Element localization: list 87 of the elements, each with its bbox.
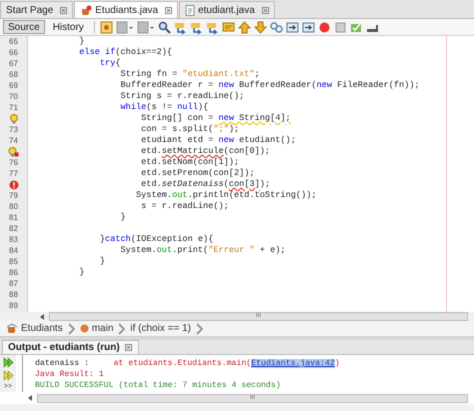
indent-icon[interactable] <box>302 20 315 34</box>
view-toggle-button[interactable]: Source <box>3 20 45 34</box>
breadcrumb[interactable]: if (choix == 1) <box>130 323 191 334</box>
code-line: String[] con = new String[4]; <box>140 113 291 123</box>
scroll-left-icon[interactable] <box>28 395 33 401</box>
code-line: try{ <box>98 58 121 68</box>
code-line: System.out.print("Erreur " + e); <box>120 245 286 255</box>
close-icon[interactable] <box>60 6 68 14</box>
output-line: BUILD SUCCESSFUL (total time: 7 minutes 4 seconds) <box>35 381 281 390</box>
code-line: System.out.println(etd.toString()); <box>134 190 317 200</box>
lightbulb-error-icon[interactable] <box>8 146 19 156</box>
code-line: etd.setMatricule(con[0]); <box>140 146 270 156</box>
rerun-icon[interactable] <box>2 370 14 381</box>
line-number: 81 <box>9 213 18 222</box>
code-line: s = r.readLine(); <box>140 201 229 211</box>
line-number: 84 <box>9 246 18 255</box>
error-icon[interactable] <box>8 180 18 190</box>
line-number: 83 <box>9 235 18 244</box>
code-line: BufferedReader r = new BufferedReader(new FileReader(fn)); <box>120 80 420 90</box>
code-line: } <box>120 212 126 222</box>
stop-icon[interactable] <box>334 20 347 34</box>
close-icon[interactable] <box>124 344 132 351</box>
line-number: 69 <box>9 81 18 90</box>
circle-icon <box>80 324 89 333</box>
line-number: 71 <box>9 103 18 112</box>
file-tab[interactable]: Start Page <box>0 1 74 18</box>
arrow-icon[interactable] <box>174 20 187 34</box>
rerun-icon[interactable] <box>2 357 14 368</box>
code-line: con = s.split(";"); <box>140 124 240 134</box>
line-number: 82 <box>9 224 18 233</box>
lightbulb-icon[interactable] <box>8 114 18 124</box>
chevron-icon <box>196 322 203 334</box>
cup-icon <box>6 323 18 334</box>
line-number: 70 <box>9 92 18 101</box>
link-icon[interactable] <box>270 20 283 34</box>
record-icon[interactable] <box>318 20 331 34</box>
code-line: String s = r.readLine(); <box>120 91 244 101</box>
line-number: 67 <box>9 59 18 68</box>
code-line: } <box>78 36 84 46</box>
line-number: 68 <box>9 70 18 79</box>
chevron-icon <box>118 322 126 334</box>
breadcrumb[interactable]: Etudiants <box>6 323 63 334</box>
code-line: } <box>78 267 84 277</box>
arrow-icon[interactable] <box>190 20 203 34</box>
line-number: 73 <box>9 125 18 134</box>
code-line: }catch(IOException e){ <box>98 234 214 244</box>
dropdown-icon[interactable] <box>116 20 134 34</box>
close-icon[interactable] <box>165 6 172 14</box>
code-line: } <box>98 256 106 266</box>
down-arrow-icon[interactable] <box>254 20 267 34</box>
search-icon[interactable] <box>158 20 171 34</box>
document-icon <box>185 4 196 16</box>
line-number: 88 <box>9 290 18 299</box>
line-number: 89 <box>9 301 18 310</box>
comment-icon[interactable] <box>222 20 235 34</box>
line-number: 76 <box>9 158 18 167</box>
code-line: else if(choix==2){ <box>78 47 172 57</box>
view-toggle-button[interactable]: History <box>48 20 89 34</box>
bookmark-icon[interactable] <box>100 20 113 34</box>
file-tab[interactable]: etudiant.java <box>179 1 275 18</box>
scroll-left-icon[interactable] <box>40 314 45 320</box>
close-icon[interactable] <box>262 6 269 14</box>
output-tab[interactable]: Output - etudiants (run) <box>2 340 139 354</box>
line-number: 74 <box>9 136 18 145</box>
code-line: etd.setPrenom(con[2]); <box>140 168 255 178</box>
line-number: 87 <box>9 279 18 288</box>
arrow-icon[interactable] <box>206 20 219 34</box>
file-tab[interactable]: Etudiants.java <box>74 1 178 18</box>
output-line: Java Result: 1 <box>35 370 104 379</box>
line-number: 66 <box>9 48 18 57</box>
cup-icon <box>80 4 92 16</box>
line-number: 79 <box>9 191 18 200</box>
chevron-icon <box>68 322 75 334</box>
line-number: 80 <box>9 202 18 211</box>
line-number: 65 <box>9 37 18 46</box>
output-line: datenaiss : at etudiants.Etudiants.main(Etudiants.java:42) <box>35 359 340 368</box>
code-line: etd.setNom(con[1]); <box>140 157 240 167</box>
breadcrumb[interactable]: main <box>80 323 114 334</box>
line-number: 85 <box>9 257 18 266</box>
line-number: 77 <box>9 169 18 178</box>
indent-icon[interactable] <box>286 20 299 34</box>
code-line: etd.setDatenaiss(con[3]); <box>140 179 270 189</box>
code-line: while(s != null){ <box>120 102 208 112</box>
code-line: String fn = "etudiant.txt"; <box>120 69 260 79</box>
line-number: 86 <box>9 268 18 277</box>
code-line: etudiant etd = new etudiant(); <box>140 135 296 145</box>
up-arrow-icon[interactable] <box>238 20 251 34</box>
